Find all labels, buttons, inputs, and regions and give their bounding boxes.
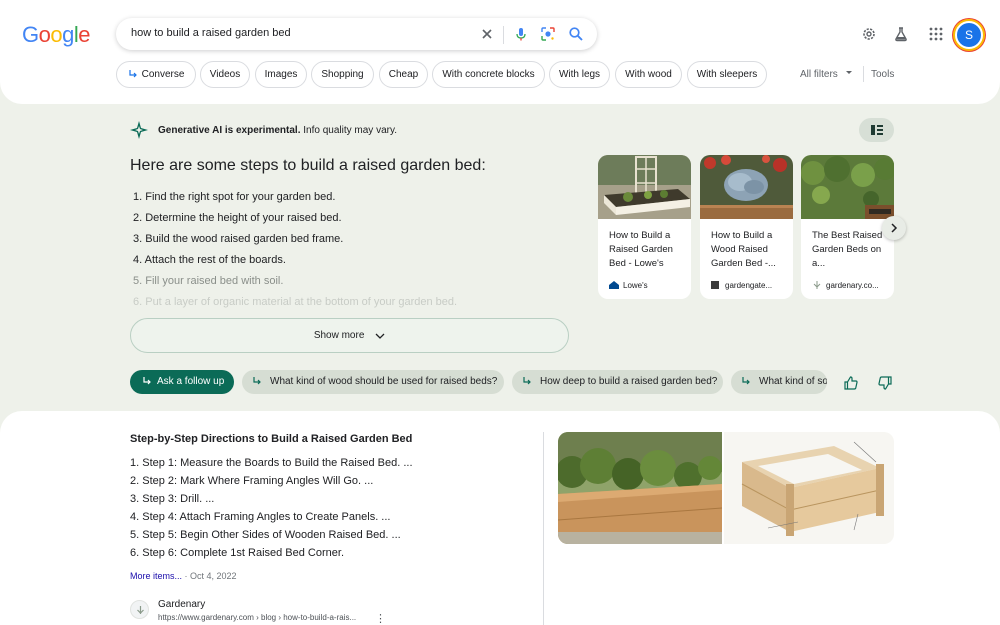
follow-up-chip-depth[interactable]: How deep to build a raised garden bed? bbox=[512, 370, 723, 394]
gardengate-favicon bbox=[711, 281, 719, 289]
cards-next-button[interactable] bbox=[882, 216, 906, 240]
source-card-site: gardengate... bbox=[711, 281, 772, 290]
labs-flask-icon[interactable] bbox=[893, 26, 909, 42]
tools-button[interactable]: Tools bbox=[871, 69, 894, 80]
source-card-title: How to Build a Raised Garden Bed - Lowe'… bbox=[609, 230, 673, 269]
chevron-right-icon bbox=[891, 223, 898, 233]
list-item: 1. Step 1: Measure the Boards to Build t… bbox=[130, 457, 413, 469]
source-site-name[interactable]: Gardenary bbox=[158, 599, 205, 610]
search-icon[interactable] bbox=[568, 26, 584, 42]
follow-up-arrow-icon bbox=[523, 377, 531, 385]
list-item: 6. Step 6: Complete 1st Raised Bed Corne… bbox=[130, 547, 345, 559]
account-avatar[interactable]: S bbox=[955, 21, 983, 49]
ai-overview-heading: Here are some steps to build a raised ga… bbox=[130, 157, 486, 174]
follow-up-chip-soil[interactable]: What kind of soil bbox=[731, 370, 827, 394]
thumbs-down-icon[interactable] bbox=[878, 376, 892, 390]
cabbage-bed-thumbnail bbox=[700, 155, 793, 219]
converse-arrow-icon bbox=[128, 70, 137, 78]
follow-up-arrow-icon bbox=[742, 377, 750, 385]
vertical-divider bbox=[543, 432, 544, 625]
list-item: 3. Step 3: Drill. ... bbox=[130, 493, 215, 505]
chevron-down-icon bbox=[375, 333, 385, 339]
follow-up-chip-wood[interactable]: What kind of wood should be used for rai… bbox=[242, 370, 504, 394]
ai-steps-list: 1. Find the right spot for your garden b… bbox=[133, 190, 457, 316]
source-card-title: The Best Raised Garden Beds on a... bbox=[812, 230, 883, 269]
search-header: Google how to build a raised garden bed bbox=[0, 0, 1000, 104]
search-input[interactable]: how to build a raised garden bed bbox=[131, 27, 291, 39]
chip-videos[interactable]: Videos bbox=[200, 61, 250, 88]
list-item: 5. Step 5: Begin Other Sides of Wooden R… bbox=[130, 529, 401, 541]
dropdown-arrow-icon bbox=[845, 71, 852, 74]
list-item: 5. Fill your raised bed with soil. bbox=[133, 275, 284, 287]
list-item: 4. Step 4: Attach Framing Angles to Crea… bbox=[130, 511, 391, 523]
list-item: 3. Build the wood raised garden bed fram… bbox=[133, 233, 344, 245]
list-item: 6. Put a layer of organic material at th… bbox=[133, 296, 458, 308]
source-card-lowes[interactable]: How to Build a Raised Garden Bed - Lowe'… bbox=[598, 155, 691, 299]
chip-with-sleepers[interactable]: With sleepers bbox=[687, 61, 767, 88]
show-more-button[interactable]: Show more bbox=[130, 318, 569, 353]
more-items-link[interactable]: More items... · Oct 4, 2022 bbox=[130, 571, 237, 581]
source-card-site: gardenary.co... bbox=[812, 281, 879, 290]
source-card-site: Lowe's bbox=[609, 281, 648, 290]
apps-grid-icon[interactable] bbox=[928, 26, 944, 42]
chip-converse[interactable]: Converse bbox=[116, 61, 196, 88]
layout-icon bbox=[871, 125, 883, 135]
gardenary-logo-icon bbox=[137, 606, 144, 614]
garden-bed-thumbnail bbox=[598, 155, 691, 219]
follow-up-arrow-icon bbox=[253, 377, 261, 385]
ask-follow-up-button[interactable]: Ask a follow up bbox=[130, 370, 234, 394]
search-divider bbox=[503, 26, 504, 44]
source-card-title: How to Build a Wood Raised Garden Bed -.… bbox=[711, 230, 776, 269]
microphone-icon[interactable] bbox=[513, 26, 529, 42]
settings-gear-icon[interactable] bbox=[861, 26, 877, 42]
lens-icon[interactable] bbox=[540, 26, 556, 42]
source-url[interactable]: https://www.gardenary.com › blog › how-t… bbox=[158, 613, 356, 622]
snippet-date: Oct 4, 2022 bbox=[190, 571, 237, 581]
source-card-gardenary[interactable]: The Best Raised Garden Beds on a... gard… bbox=[801, 155, 894, 299]
chip-with-concrete-blocks[interactable]: With concrete blocks bbox=[432, 61, 545, 88]
result-more-options-icon[interactable]: ⋮ bbox=[375, 612, 386, 625]
gardenary-favicon bbox=[130, 600, 149, 619]
google-logo[interactable]: Google bbox=[22, 22, 91, 48]
source-card-gardengate[interactable]: How to Build a Wood Raised Garden Bed -.… bbox=[700, 155, 793, 299]
raised-bed-plants-thumbnail bbox=[801, 155, 894, 219]
gardenary-favicon bbox=[813, 281, 821, 289]
chip-images[interactable]: Images bbox=[255, 61, 307, 88]
ai-experimental-notice: Generative AI is experimental. Info qual… bbox=[158, 125, 398, 136]
snippet-images[interactable] bbox=[558, 432, 894, 544]
clear-icon[interactable] bbox=[479, 26, 495, 42]
chip-shopping[interactable]: Shopping bbox=[311, 61, 374, 88]
follow-up-arrow-icon bbox=[143, 377, 151, 385]
list-item: 1. Find the right spot for your garden b… bbox=[133, 191, 336, 203]
search-box[interactable]: how to build a raised garden bed bbox=[116, 18, 597, 50]
all-filters-button[interactable]: All filters bbox=[800, 69, 853, 80]
chip-with-wood[interactable]: With wood bbox=[615, 61, 682, 88]
chip-cheap[interactable]: Cheap bbox=[379, 61, 428, 88]
chip-with-legs[interactable]: With legs bbox=[549, 61, 610, 88]
layout-toggle-button[interactable] bbox=[859, 118, 894, 142]
thumbs-up-icon[interactable] bbox=[844, 376, 858, 390]
list-item: 4. Attach the rest of the boards. bbox=[133, 254, 286, 266]
generative-ai-sparkle-icon bbox=[130, 121, 148, 139]
list-item: 2. Determine the height of your raised b… bbox=[133, 212, 342, 224]
raised-bed-photos bbox=[558, 432, 894, 544]
snippet-steps-list: 1. Step 1: Measure the Boards to Build t… bbox=[130, 456, 413, 564]
snippet-title: Step-by-Step Directions to Build a Raise… bbox=[130, 433, 413, 445]
list-item: 2. Step 2: Mark Where Framing Angles Wil… bbox=[130, 475, 374, 487]
filter-separator bbox=[863, 66, 864, 82]
lowes-favicon bbox=[609, 281, 619, 289]
